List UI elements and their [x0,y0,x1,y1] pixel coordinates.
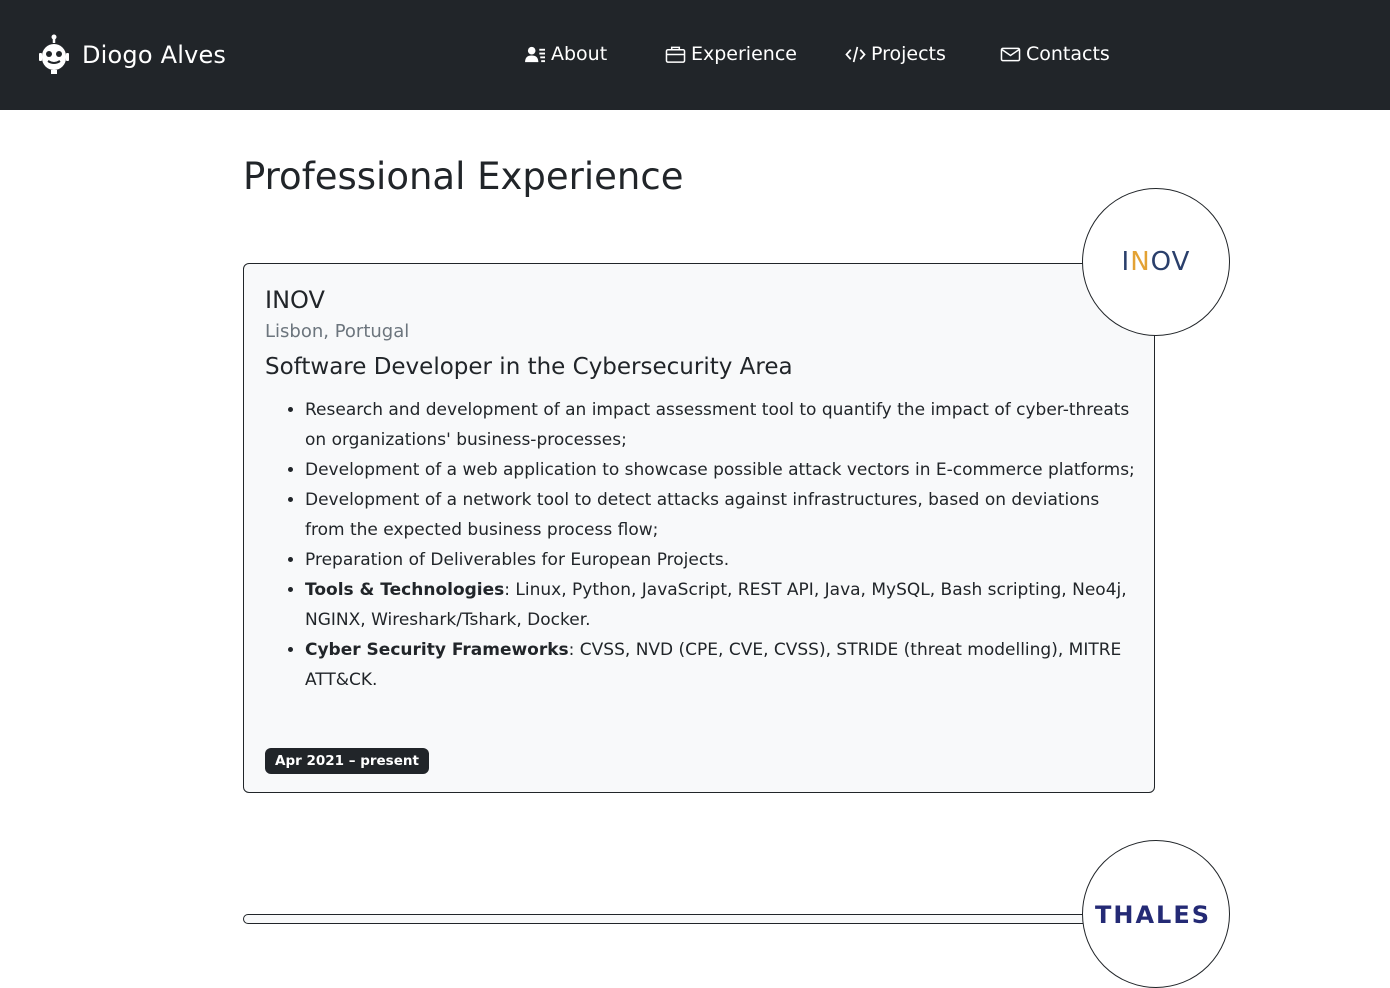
inov-logo-text: INOV [1121,247,1191,277]
company-logo-thales: THALES [1082,840,1230,988]
nav-item-about[interactable]: About [525,43,607,65]
company-location: Lisbon, Portugal [265,321,410,342]
list-item-tools: Tools & Technologies: Linux, Python, Jav… [305,575,1141,635]
envelope-icon [1000,47,1021,61]
navbar: Diogo Alves About Experience Projects Co… [0,0,1390,110]
thales-logo-text: THALES [1095,901,1212,929]
person-lines-icon [525,46,545,62]
nav-item-projects[interactable]: Projects [845,43,946,65]
nav-item-contacts[interactable]: Contacts [1000,43,1110,65]
list-item-frameworks: Cyber Security Frameworks: CVSS, NVD (CP… [305,635,1141,695]
nav-label-projects: Projects [871,43,946,65]
briefcase-icon [665,46,686,63]
period-badge: Apr 2021 – present [265,748,429,774]
tools-label: Tools & Technologies [305,580,505,600]
duties-list: Research and development of an impact as… [265,395,1141,695]
list-item: Research and development of an impact as… [305,395,1141,455]
nav-label-contacts: Contacts [1026,43,1110,65]
job-title: Software Developer in the Cybersecurity … [265,354,793,380]
frameworks-label: Cyber Security Frameworks [305,640,569,660]
company-logo-inov: INOV [1082,188,1230,336]
nav-label-about: About [551,43,608,65]
list-item: Development of a web application to show… [305,455,1141,485]
company-name: INOV [265,286,325,314]
experience-card-inov: INOV Lisbon, Portugal Software Developer… [243,263,1155,793]
list-item: Preparation of Deliverables for European… [305,545,1141,575]
nav-menu: About Experience Projects Contacts [0,43,1390,73]
list-item: Development of a network tool to detect … [305,485,1141,545]
nav-label-experience: Experience [691,43,797,65]
nav-item-experience[interactable]: Experience [665,43,797,65]
page-title: Professional Experience [243,155,684,198]
code-slash-icon [845,46,866,62]
experience-card-thales [243,914,1155,924]
